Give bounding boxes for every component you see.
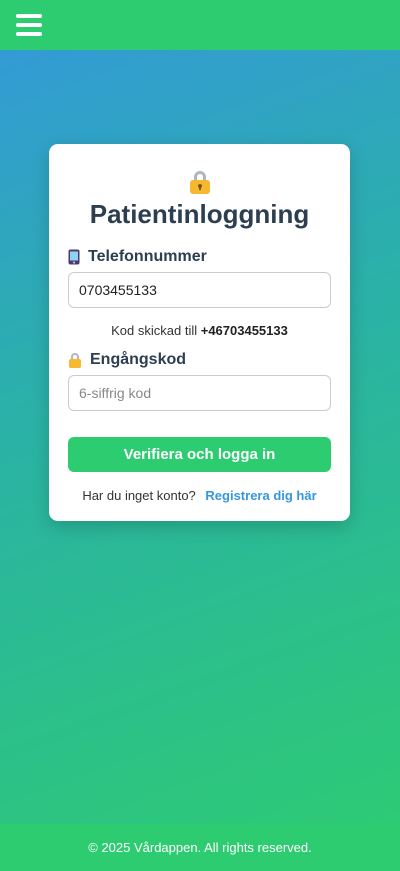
register-row: Har du inget konto? Registrera dig här (49, 488, 350, 503)
register-link[interactable]: Registrera dig här (205, 488, 316, 503)
phone-number-input[interactable] (68, 272, 331, 308)
phone-label-text: Telefonnummer (88, 248, 207, 265)
code-sent-number: +46703455133 (200, 323, 288, 338)
otp-code-input[interactable] (68, 375, 331, 411)
lock-icon (190, 171, 210, 194)
phone-label: Telefonnummer (68, 248, 207, 266)
code-sent-prefix: Kod skickad till (111, 323, 198, 338)
verify-login-button[interactable]: Verifiera och logga in (68, 437, 331, 472)
page-title: Patientinloggning (89, 199, 310, 229)
login-card: Patientinloggning Telefonnummer Kod skic… (49, 144, 350, 521)
code-sent-text: Kod skickad till +46703455133 (49, 323, 350, 338)
register-prompt: Har du inget konto? (82, 488, 196, 503)
otp-label: Engångskod (68, 351, 186, 369)
footer-text: © 2025 Vårdappen. All rights reserved. (88, 840, 312, 855)
top-bar (0, 0, 400, 50)
otp-label-text: Engångskod (90, 351, 187, 368)
mobile-phone-icon (68, 249, 80, 265)
footer: © 2025 Vårdappen. All rights reserved. (0, 824, 400, 871)
hamburger-menu-icon[interactable] (16, 14, 42, 36)
lock-icon (68, 352, 82, 368)
